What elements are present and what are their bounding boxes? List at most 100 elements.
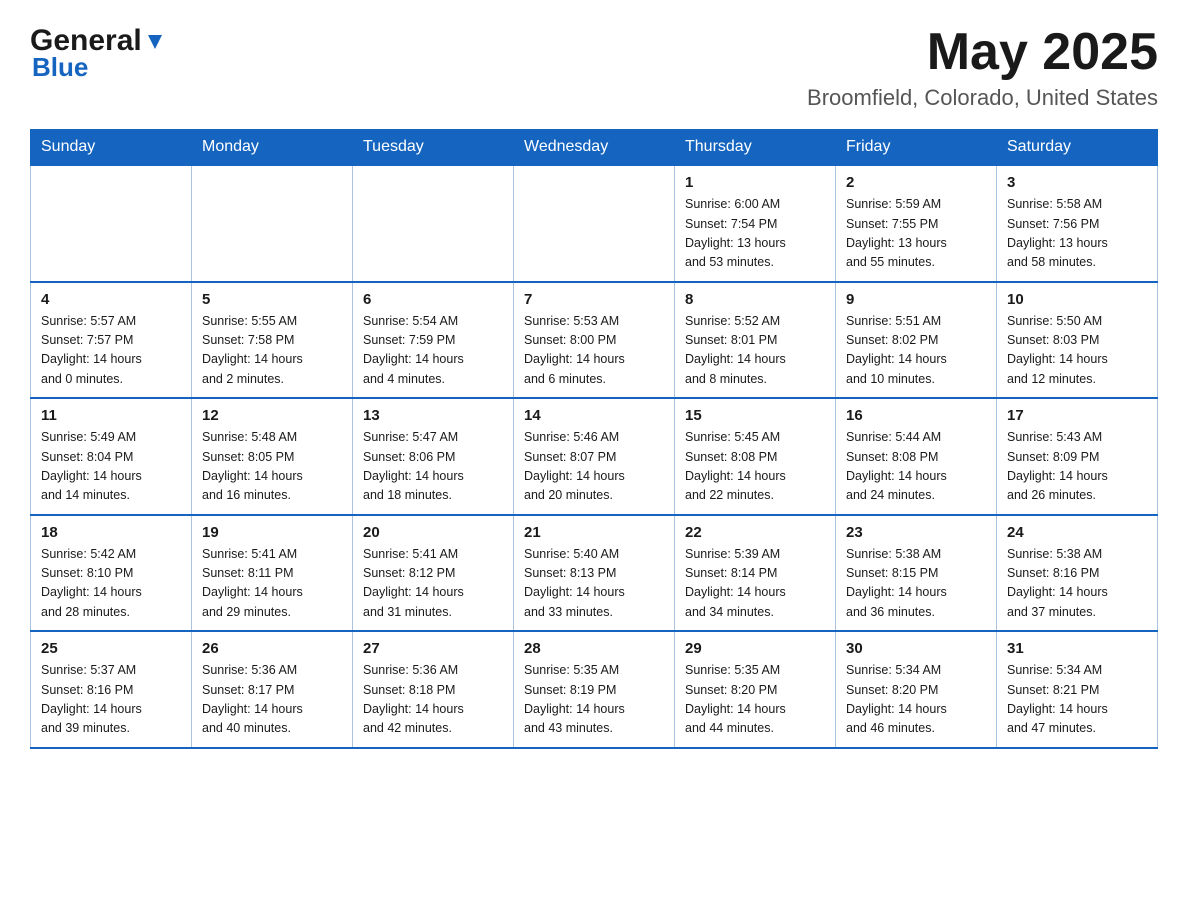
calendar-cell: 7 Sunrise: 5:53 AM Sunset: 8:00 PM Daylig… <box>514 282 675 399</box>
day-number: 30 <box>846 640 986 657</box>
day-number: 24 <box>1007 524 1147 541</box>
day-info: Sunrise: 5:38 AM Sunset: 8:16 PM Dayligh… <box>1007 545 1147 623</box>
calendar-cell: 10Sunrise: 5:50 AM Sunset: 8:03 PM Dayli… <box>997 282 1158 399</box>
day-number: 15 <box>685 407 825 424</box>
day-number: 10 <box>1007 291 1147 308</box>
calendar-cell <box>514 165 675 282</box>
day-info: Sunrise: 5:40 AM Sunset: 8:13 PM Dayligh… <box>524 545 664 623</box>
col-header-tuesday: Tuesday <box>353 130 514 166</box>
page-header: General Blue May 2025 Broomfield, Colora… <box>30 24 1158 111</box>
calendar-table: SundayMondayTuesdayWednesdayThursdayFrid… <box>30 129 1158 749</box>
calendar-cell: 4 Sunrise: 5:57 AM Sunset: 7:57 PM Daylig… <box>31 282 192 399</box>
calendar-cell: 30 Sunrise: 5:34 AM Sunset: 8:20 PM Dayli… <box>836 631 997 748</box>
calendar-cell: 13Sunrise: 5:47 AM Sunset: 8:06 PM Dayli… <box>353 398 514 515</box>
calendar-week-row: 1 Sunrise: 6:00 AM Sunset: 7:54 PM Daylig… <box>31 165 1158 282</box>
day-number: 27 <box>363 640 503 657</box>
day-info: Sunrise: 5:43 AM Sunset: 8:09 PM Dayligh… <box>1007 428 1147 506</box>
day-info: Sunrise: 5:37 AM Sunset: 8:16 PM Dayligh… <box>41 661 181 739</box>
day-info: Sunrise: 5:41 AM Sunset: 8:12 PM Dayligh… <box>363 545 503 623</box>
calendar-week-row: 4 Sunrise: 5:57 AM Sunset: 7:57 PM Daylig… <box>31 282 1158 399</box>
day-number: 25 <box>41 640 181 657</box>
day-number: 14 <box>524 407 664 424</box>
day-info: Sunrise: 5:57 AM Sunset: 7:57 PM Dayligh… <box>41 312 181 390</box>
day-number: 18 <box>41 524 181 541</box>
calendar-cell: 9 Sunrise: 5:51 AM Sunset: 8:02 PM Daylig… <box>836 282 997 399</box>
day-number: 17 <box>1007 407 1147 424</box>
day-number: 16 <box>846 407 986 424</box>
calendar-week-row: 25 Sunrise: 5:37 AM Sunset: 8:16 PM Dayli… <box>31 631 1158 748</box>
calendar-cell: 26 Sunrise: 5:36 AM Sunset: 8:17 PM Dayli… <box>192 631 353 748</box>
day-info: Sunrise: 5:35 AM Sunset: 8:20 PM Dayligh… <box>685 661 825 739</box>
day-number: 11 <box>41 407 181 424</box>
day-info: Sunrise: 5:47 AM Sunset: 8:06 PM Dayligh… <box>363 428 503 506</box>
col-header-monday: Monday <box>192 130 353 166</box>
day-info: Sunrise: 5:52 AM Sunset: 8:01 PM Dayligh… <box>685 312 825 390</box>
day-number: 3 <box>1007 174 1147 191</box>
day-number: 23 <box>846 524 986 541</box>
calendar-cell: 20 Sunrise: 5:41 AM Sunset: 8:12 PM Dayli… <box>353 515 514 632</box>
calendar-cell <box>353 165 514 282</box>
day-info: Sunrise: 5:41 AM Sunset: 8:11 PM Dayligh… <box>202 545 342 623</box>
day-info: Sunrise: 5:36 AM Sunset: 8:18 PM Dayligh… <box>363 661 503 739</box>
day-number: 19 <box>202 524 342 541</box>
day-info: Sunrise: 5:51 AM Sunset: 8:02 PM Dayligh… <box>846 312 986 390</box>
calendar-cell: 1 Sunrise: 6:00 AM Sunset: 7:54 PM Daylig… <box>675 165 836 282</box>
day-number: 4 <box>41 291 181 308</box>
calendar-cell: 17 Sunrise: 5:43 AM Sunset: 8:09 PM Dayli… <box>997 398 1158 515</box>
calendar-cell <box>31 165 192 282</box>
day-info: Sunrise: 5:53 AM Sunset: 8:00 PM Dayligh… <box>524 312 664 390</box>
location-title: Broomfield, Colorado, United States <box>807 85 1158 111</box>
day-info: Sunrise: 5:36 AM Sunset: 8:17 PM Dayligh… <box>202 661 342 739</box>
day-number: 26 <box>202 640 342 657</box>
calendar-week-row: 18 Sunrise: 5:42 AM Sunset: 8:10 PM Dayli… <box>31 515 1158 632</box>
day-info: Sunrise: 5:48 AM Sunset: 8:05 PM Dayligh… <box>202 428 342 506</box>
day-info: Sunrise: 5:46 AM Sunset: 8:07 PM Dayligh… <box>524 428 664 506</box>
day-number: 12 <box>202 407 342 424</box>
calendar-cell: 21 Sunrise: 5:40 AM Sunset: 8:13 PM Dayli… <box>514 515 675 632</box>
calendar-cell <box>192 165 353 282</box>
day-number: 20 <box>363 524 503 541</box>
col-header-saturday: Saturday <box>997 130 1158 166</box>
calendar-cell: 16 Sunrise: 5:44 AM Sunset: 8:08 PM Dayli… <box>836 398 997 515</box>
day-number: 1 <box>685 174 825 191</box>
calendar-cell: 19 Sunrise: 5:41 AM Sunset: 8:11 PM Dayli… <box>192 515 353 632</box>
day-info: Sunrise: 5:34 AM Sunset: 8:20 PM Dayligh… <box>846 661 986 739</box>
day-number: 29 <box>685 640 825 657</box>
col-header-thursday: Thursday <box>675 130 836 166</box>
day-info: Sunrise: 5:44 AM Sunset: 8:08 PM Dayligh… <box>846 428 986 506</box>
calendar-cell: 23 Sunrise: 5:38 AM Sunset: 8:15 PM Dayli… <box>836 515 997 632</box>
day-number: 21 <box>524 524 664 541</box>
calendar-cell: 24 Sunrise: 5:38 AM Sunset: 8:16 PM Dayli… <box>997 515 1158 632</box>
day-info: Sunrise: 5:58 AM Sunset: 7:56 PM Dayligh… <box>1007 195 1147 273</box>
day-info: Sunrise: 5:42 AM Sunset: 8:10 PM Dayligh… <box>41 545 181 623</box>
day-number: 2 <box>846 174 986 191</box>
day-info: Sunrise: 6:00 AM Sunset: 7:54 PM Dayligh… <box>685 195 825 273</box>
calendar-cell: 5 Sunrise: 5:55 AM Sunset: 7:58 PM Daylig… <box>192 282 353 399</box>
col-header-friday: Friday <box>836 130 997 166</box>
calendar-cell: 18 Sunrise: 5:42 AM Sunset: 8:10 PM Dayli… <box>31 515 192 632</box>
day-info: Sunrise: 5:55 AM Sunset: 7:58 PM Dayligh… <box>202 312 342 390</box>
day-info: Sunrise: 5:39 AM Sunset: 8:14 PM Dayligh… <box>685 545 825 623</box>
title-area: May 2025 Broomfield, Colorado, United St… <box>807 24 1158 111</box>
day-number: 9 <box>846 291 986 308</box>
col-header-sunday: Sunday <box>31 130 192 166</box>
calendar-cell: 29 Sunrise: 5:35 AM Sunset: 8:20 PM Dayli… <box>675 631 836 748</box>
calendar-cell: 25 Sunrise: 5:37 AM Sunset: 8:16 PM Dayli… <box>31 631 192 748</box>
day-info: Sunrise: 5:54 AM Sunset: 7:59 PM Dayligh… <box>363 312 503 390</box>
day-number: 8 <box>685 291 825 308</box>
calendar-cell: 14 Sunrise: 5:46 AM Sunset: 8:07 PM Dayli… <box>514 398 675 515</box>
calendar-cell: 15 Sunrise: 5:45 AM Sunset: 8:08 PM Dayli… <box>675 398 836 515</box>
calendar-cell: 8 Sunrise: 5:52 AM Sunset: 8:01 PM Daylig… <box>675 282 836 399</box>
day-info: Sunrise: 5:35 AM Sunset: 8:19 PM Dayligh… <box>524 661 664 739</box>
calendar-cell: 22Sunrise: 5:39 AM Sunset: 8:14 PM Dayli… <box>675 515 836 632</box>
day-number: 7 <box>524 291 664 308</box>
day-info: Sunrise: 5:38 AM Sunset: 8:15 PM Dayligh… <box>846 545 986 623</box>
day-info: Sunrise: 5:45 AM Sunset: 8:08 PM Dayligh… <box>685 428 825 506</box>
day-info: Sunrise: 5:49 AM Sunset: 8:04 PM Dayligh… <box>41 428 181 506</box>
calendar-header-row: SundayMondayTuesdayWednesdayThursdayFrid… <box>31 130 1158 166</box>
calendar-cell: 3 Sunrise: 5:58 AM Sunset: 7:56 PM Daylig… <box>997 165 1158 282</box>
calendar-cell: 6Sunrise: 5:54 AM Sunset: 7:59 PM Daylig… <box>353 282 514 399</box>
month-title: May 2025 <box>807 24 1158 81</box>
day-number: 5 <box>202 291 342 308</box>
calendar-cell: 28Sunrise: 5:35 AM Sunset: 8:19 PM Dayli… <box>514 631 675 748</box>
